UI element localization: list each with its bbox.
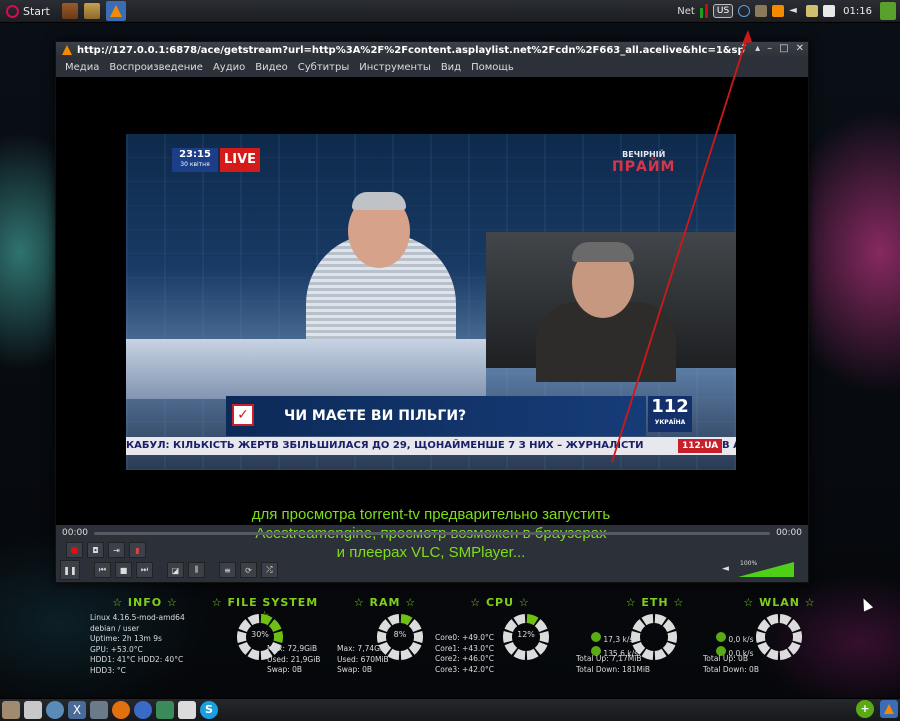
gauge-segment	[787, 619, 801, 632]
info-line: Linux 4.16.5-mod-amd64	[90, 613, 185, 622]
wlan-up: 0,0 k/s	[728, 635, 754, 644]
cpu-line: Core2: +46.0°C	[435, 654, 495, 663]
gauge-percent: 12%	[517, 630, 535, 639]
upload-arrow-icon	[591, 632, 601, 642]
network-launcher-icon[interactable]	[134, 701, 152, 719]
upload-arrow-icon	[716, 632, 726, 642]
info-line: Uptime: 2h 13m 9s	[90, 634, 162, 643]
vlc-launcher-icon[interactable]	[880, 700, 898, 718]
vlc-cone-icon	[884, 704, 894, 714]
gauge-segment	[667, 631, 678, 643]
gauge-segment	[387, 614, 400, 626]
gauge-segment	[534, 642, 548, 655]
gauge-segment	[757, 642, 771, 655]
skype-launcher-icon[interactable]: S	[200, 701, 218, 719]
info-line: HDD3: °C	[90, 665, 126, 675]
cpu-line: Core1: +43.0°C	[435, 643, 495, 653]
wlan-gauge	[754, 612, 804, 662]
cpu-gauge: 12%	[501, 612, 551, 662]
home-folder-launcher-icon[interactable]	[2, 701, 20, 719]
gauge-segment	[630, 631, 641, 643]
eth-total-down: Total Down: 181MiB	[576, 664, 651, 674]
gauge-segment	[779, 614, 792, 626]
gauge-segment	[632, 619, 646, 632]
gauge-segment	[504, 642, 518, 655]
gauge-segment	[513, 648, 526, 660]
gauge-segment	[757, 619, 771, 632]
gauge-segment	[238, 642, 252, 655]
gauge-segment	[400, 648, 413, 660]
gauge-segment	[766, 614, 779, 626]
gauge-segment	[387, 648, 400, 660]
bottom-panel: X S +	[0, 698, 900, 721]
fs-line: Used: 21,9GiB	[267, 654, 321, 664]
info-line: HDD1: 41°C HDD2: 40°C	[90, 655, 184, 664]
mail-launcher-icon[interactable]	[90, 701, 108, 719]
gauge-segment	[662, 642, 676, 655]
xfce-launcher-icon[interactable]: X	[68, 701, 86, 719]
sound-converter-launcher-icon[interactable]	[112, 701, 130, 719]
info-line: GPU: +53.0°C	[90, 644, 143, 654]
widget-ram: ☆ RAM ☆ 8% Max: 7,74GiB Used: 670MiB Swa…	[335, 596, 435, 696]
wlan-total-up: Total Up: 0B	[703, 654, 748, 663]
widget-cpu: ☆ CPU ☆ 12% Core0: +49.0°C Core1: +43.0°…	[435, 596, 565, 696]
add-launcher-icon[interactable]: +	[856, 700, 874, 718]
disk-launcher-icon[interactable]	[24, 701, 42, 719]
ram-line: Max: 7,74GiB	[337, 644, 388, 653]
gauge-segment	[654, 648, 667, 660]
info-line: debian / user	[90, 623, 140, 633]
widget-wlan: ☆ WLAN ☆ 0,0 k/s 0,0 k/s Total Up: 0B To…	[702, 596, 817, 696]
gauge-segment	[247, 614, 260, 626]
gauge-segment	[247, 648, 260, 660]
fs-line: Max: 72,9GiB	[267, 644, 318, 653]
gauge-segment	[641, 614, 654, 626]
annotation-arrowhead	[742, 30, 752, 44]
gauge-segment	[779, 648, 792, 660]
eth-total-up: Total Up: 7,17MiB	[576, 654, 642, 663]
ram-line: Used: 670MiB	[337, 654, 389, 664]
cpu-line: Core0: +49.0°C	[435, 633, 495, 642]
ram-line: Swap: 0B	[337, 665, 373, 674]
gauge-segment	[787, 642, 801, 655]
downloader-launcher-icon[interactable]	[156, 701, 174, 719]
wireless-launcher-icon[interactable]	[178, 701, 196, 719]
gauge-segment	[526, 614, 539, 626]
gauge-segment	[632, 642, 646, 655]
annotation-arrow-line	[611, 33, 749, 463]
gauge-segment	[654, 614, 667, 626]
gauge-segment	[755, 631, 766, 643]
widget-title: ☆ CPU ☆	[470, 596, 530, 609]
gauge-segment	[408, 642, 422, 655]
gauge-percent: 8%	[393, 630, 407, 639]
widget-title: ☆ INFO ☆	[112, 596, 178, 609]
widget-title: ☆ ETH ☆	[625, 596, 685, 609]
browser-launcher-icon[interactable]	[46, 701, 64, 719]
gauge-segment	[400, 614, 413, 626]
gauge-segment	[766, 648, 779, 660]
gauge-segment	[526, 648, 539, 660]
gauge-segment	[662, 619, 676, 632]
wlan-total-down: Total Down: 0B	[703, 664, 759, 674]
widget-title: ☆ WLAN ☆	[743, 596, 816, 609]
gauge-segment	[513, 614, 526, 626]
cpu-line: Core3: +42.0°C	[435, 664, 495, 674]
gauge-percent: 30%	[251, 630, 269, 639]
gauge-segment	[260, 614, 273, 626]
fs-line: Swap: 0B	[267, 665, 303, 674]
widget-info: ☆ INFO ☆ Linux 4.16.5-mod-amd64 debian /…	[90, 596, 200, 696]
gauge-segment	[792, 631, 803, 643]
widget-title: ☆ RAM ☆	[353, 596, 417, 609]
gauge-ring	[755, 614, 803, 660]
widget-eth: ☆ ETH ☆ 17,3 k/s 135,6 k/s Total Up: 7,1…	[575, 596, 695, 696]
widget-filesystem: ☆ FILE SYSTEM ☆ 30% Max: 72,9GiB Used: 2…	[205, 596, 325, 696]
